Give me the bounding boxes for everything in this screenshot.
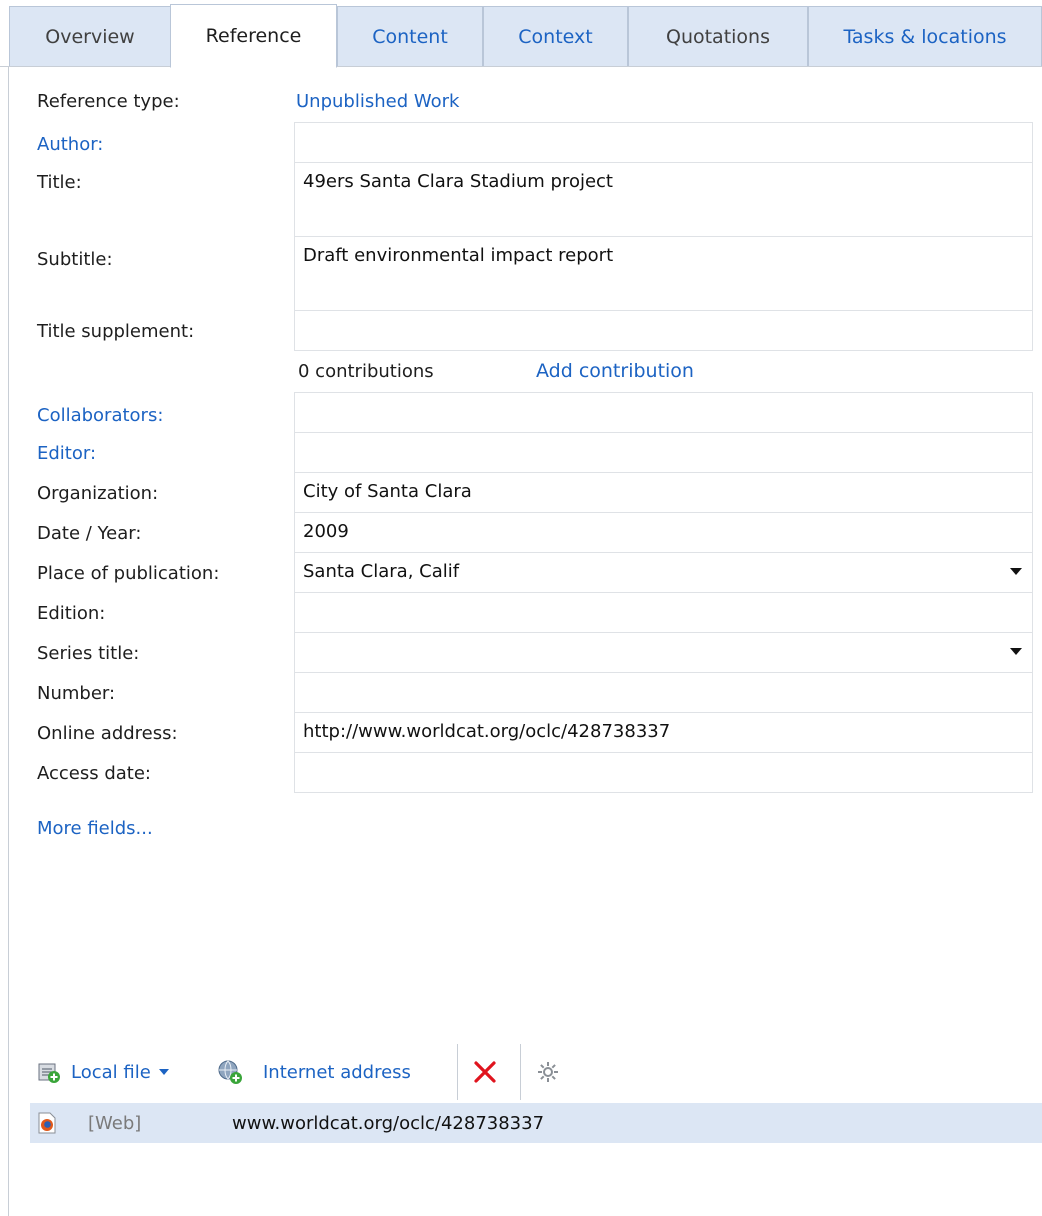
- delete-button[interactable]: [473, 1052, 497, 1092]
- panel-left-border: [8, 67, 9, 1216]
- local-file-label: Local file: [71, 1061, 151, 1083]
- place-of-publication-field[interactable]: Santa Clara, Calif: [294, 553, 1033, 593]
- tab-quotations[interactable]: Quotations: [628, 6, 808, 66]
- chevron-down-icon[interactable]: [1010, 568, 1022, 575]
- contributions-count: 0 contributions: [298, 361, 434, 382]
- reference-type-label: Reference type:: [37, 91, 180, 112]
- place-of-publication-value: Santa Clara, Calif: [303, 561, 460, 582]
- location-address: www.worldcat.org/oclc/428738337: [232, 1112, 545, 1134]
- online-address-label: Online address:: [37, 723, 178, 744]
- tab-tasks-locations[interactable]: Tasks & locations: [808, 6, 1042, 66]
- date-year-label: Date / Year:: [37, 523, 142, 544]
- local-file-button[interactable]: Local file: [37, 1052, 169, 1092]
- collaborators-field[interactable]: [294, 392, 1033, 433]
- number-label: Number:: [37, 683, 116, 704]
- dropdown-caret-icon[interactable]: [158, 1069, 169, 1075]
- tab-reference[interactable]: Reference: [170, 4, 337, 68]
- toolbar-divider: [457, 1044, 458, 1100]
- author-label-link[interactable]: Author:: [37, 134, 103, 155]
- editor-field[interactable]: [294, 433, 1033, 473]
- internet-address-label: Internet address: [263, 1061, 411, 1083]
- tab-context[interactable]: Context: [483, 6, 628, 66]
- organization-field[interactable]: City of Santa Clara: [294, 473, 1033, 513]
- number-field[interactable]: [294, 673, 1033, 713]
- date-year-field[interactable]: 2009: [294, 513, 1033, 553]
- title-supplement-label: Title supplement:: [37, 321, 195, 342]
- title-label: Title:: [37, 172, 82, 193]
- subtitle-field[interactable]: Draft environmental impact report: [294, 237, 1033, 311]
- local-file-icon: [37, 1060, 61, 1084]
- tab-overview[interactable]: Overview: [9, 6, 171, 66]
- tab-strip: Overview Reference Content Context Quota…: [0, 0, 1042, 68]
- access-date-label: Access date:: [37, 763, 151, 784]
- delete-icon: [473, 1060, 497, 1084]
- settings-button[interactable]: [536, 1052, 560, 1092]
- title-supplement-field[interactable]: [294, 311, 1033, 351]
- author-field[interactable]: [294, 122, 1033, 163]
- online-address-field[interactable]: http://www.worldcat.org/oclc/428738337: [294, 713, 1033, 753]
- access-date-field[interactable]: [294, 753, 1033, 793]
- more-fields-link[interactable]: More fields...: [37, 818, 153, 839]
- add-contribution-link[interactable]: Add contribution: [536, 360, 694, 382]
- location-type: [Web]: [88, 1112, 142, 1134]
- reference-type-link[interactable]: Unpublished Work: [296, 91, 459, 112]
- series-title-label: Series title:: [37, 643, 140, 664]
- toolbar-divider: [520, 1044, 521, 1100]
- chevron-down-icon[interactable]: [1010, 648, 1022, 655]
- series-title-field[interactable]: [294, 633, 1033, 673]
- tab-content[interactable]: Content: [337, 6, 483, 66]
- organization-label: Organization:: [37, 483, 159, 504]
- editor-label-link[interactable]: Editor:: [37, 443, 96, 464]
- edition-label: Edition:: [37, 603, 106, 624]
- subtitle-label: Subtitle:: [37, 249, 113, 270]
- firefox-icon: [37, 1103, 57, 1143]
- collaborators-label-link[interactable]: Collaborators:: [37, 405, 163, 426]
- location-row[interactable]: [Web] www.worldcat.org/oclc/428738337: [30, 1103, 1042, 1143]
- internet-address-button[interactable]: Internet address: [217, 1052, 411, 1092]
- edition-field[interactable]: [294, 593, 1033, 633]
- place-of-publication-label: Place of publication:: [37, 563, 220, 584]
- settings-gear-icon: [536, 1060, 560, 1084]
- title-field[interactable]: 49ers Santa Clara Stadium project: [294, 163, 1033, 237]
- internet-address-icon: [217, 1059, 243, 1085]
